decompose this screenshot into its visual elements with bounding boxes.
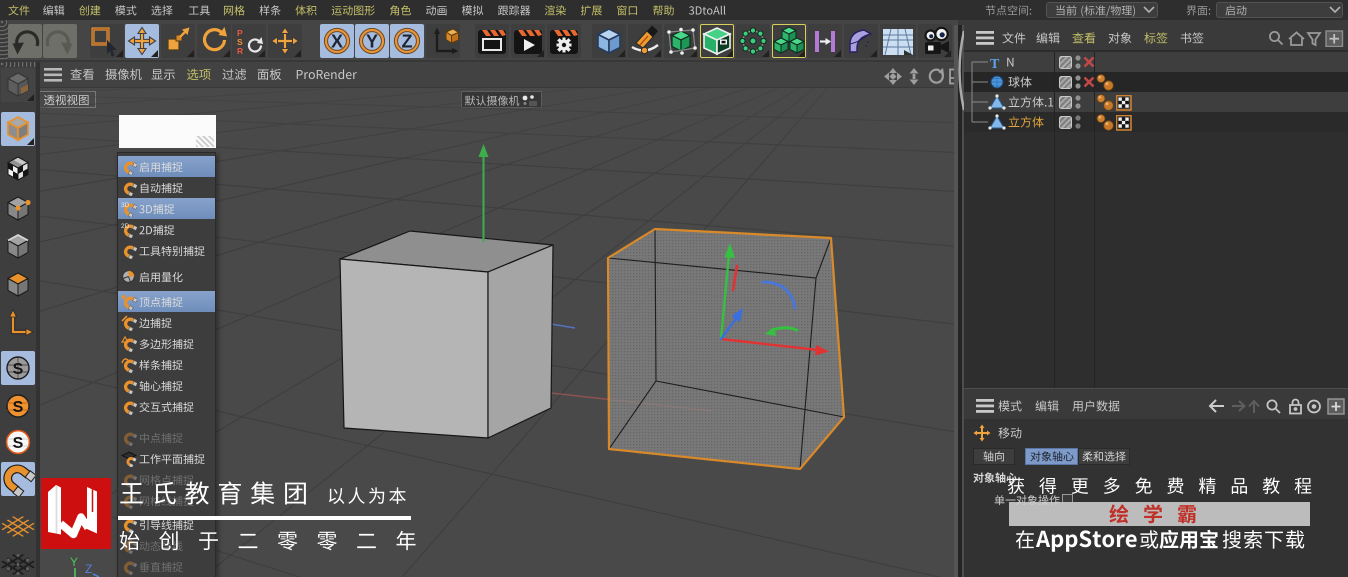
- svg-text:Y: Y: [70, 555, 78, 569]
- svg-text:T: T: [990, 57, 1000, 72]
- svg-text:Z: Z: [85, 562, 92, 576]
- svg-text:3D: 3D: [121, 202, 130, 209]
- svg-text:2D: 2D: [121, 223, 130, 230]
